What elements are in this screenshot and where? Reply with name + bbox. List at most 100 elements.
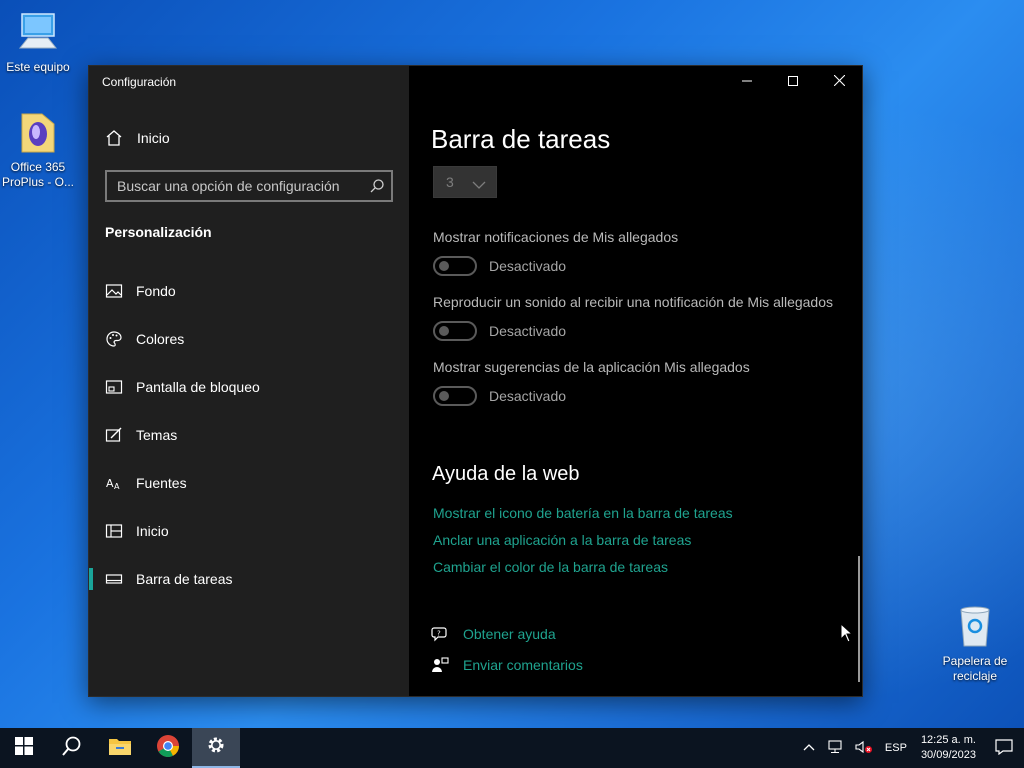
gear-icon <box>206 735 226 760</box>
language-indicator[interactable]: ESP <box>879 728 913 768</box>
maximize-icon <box>788 73 798 91</box>
desktop-icon-label: Este equipo <box>6 60 70 74</box>
notification-icon <box>995 738 1013 758</box>
search-icon <box>61 735 83 762</box>
maximize-button[interactable] <box>770 66 816 98</box>
desktop-icon-este-equipo[interactable]: Este equipo <box>0 8 76 75</box>
toggle-row-show-notifications: Desactivado <box>433 256 566 276</box>
recycle-bin-icon <box>951 602 999 650</box>
get-help-link[interactable]: ? Obtener ayuda <box>431 625 556 643</box>
combo-dropdown[interactable]: 3 <box>433 166 497 198</box>
svg-text:?: ? <box>437 630 441 638</box>
sidebar-item-barra-de-tareas[interactable]: Barra de tareas <box>89 555 409 603</box>
settings-window: Configuración Inicio Personalización Fon… <box>88 65 863 697</box>
sidebar-item-temas[interactable]: Temas <box>89 411 409 459</box>
desktop-icon-label: Papelera de reciclaje <box>942 654 1008 683</box>
setting-label-show-notifications: Mostrar notificaciones de Mis allegados <box>433 229 679 245</box>
nav-home-label: Inicio <box>137 130 170 146</box>
nav-home[interactable]: Inicio <box>105 129 170 147</box>
start-icon <box>105 522 123 540</box>
clock-date: 30/09/2023 <box>920 749 976 761</box>
toggle-knob <box>439 391 449 401</box>
scrollbar[interactable] <box>858 556 860 682</box>
clock[interactable]: 12:25 a. m. 30/09/2023 <box>913 733 984 763</box>
lock-screen-icon <box>105 378 123 396</box>
svg-text:A: A <box>114 482 120 491</box>
file-explorer-button[interactable] <box>96 728 144 768</box>
toggle-play-sound[interactable] <box>433 321 477 341</box>
link-battery-icon[interactable]: Mostrar el icono de batería en la barra … <box>433 505 733 521</box>
desktop-icon-recycle-bin[interactable]: Papelera de reciclaje <box>937 602 1013 684</box>
send-feedback-link[interactable]: Enviar comentarios <box>431 656 583 674</box>
dropdown-value: 3 <box>446 174 454 190</box>
search-button[interactable] <box>48 728 96 768</box>
desktop-icon-office[interactable]: Office 365 ProPlus - O... <box>0 108 76 190</box>
show-hidden-icons-button[interactable] <box>797 728 821 768</box>
start-button[interactable] <box>0 728 48 768</box>
sidebar-item-label: Temas <box>136 427 178 443</box>
mouse-cursor-icon <box>840 622 854 643</box>
network-icon <box>827 739 843 757</box>
toggle-state-label: Desactivado <box>489 323 567 339</box>
folder-icon <box>108 736 132 761</box>
sidebar-item-label: Barra de tareas <box>136 571 233 587</box>
system-tray: ESP 12:25 a. m. 30/09/2023 <box>797 728 1024 768</box>
office-folder-icon <box>14 108 62 156</box>
content-pane: Barra de tareas 3 Mostrar notificaciones… <box>409 66 862 696</box>
toggle-show-suggestions[interactable] <box>433 386 477 406</box>
taskbar-icon <box>105 570 123 588</box>
toggle-knob <box>439 261 449 271</box>
link-pin-app[interactable]: Anclar una aplicación a la barra de tare… <box>433 532 691 548</box>
sidebar-item-pantalla-de-bloqueo[interactable]: Pantalla de bloqueo <box>89 363 409 411</box>
sidebar-item-label: Inicio <box>136 523 169 539</box>
chrome-icon <box>156 734 180 763</box>
toggle-row-show-suggestions: Desactivado <box>433 386 566 406</box>
sidebar-item-fuentes[interactable]: AA Fuentes <box>89 459 409 507</box>
sidebar-item-label: Colores <box>136 331 185 347</box>
minimize-button[interactable] <box>724 66 770 98</box>
sidebar-item-fondo[interactable]: Fondo <box>89 267 409 315</box>
sidebar-item-label: Pantalla de bloqueo <box>136 379 260 395</box>
chrome-button[interactable] <box>144 728 192 768</box>
send-feedback-label: Enviar comentarios <box>463 657 583 673</box>
volume-button[interactable] <box>849 728 879 768</box>
help-chat-icon: ? <box>431 625 449 643</box>
fonts-icon: AA <box>105 474 123 492</box>
section-title: Personalización <box>105 224 212 240</box>
computer-icon <box>14 8 62 56</box>
network-button[interactable] <box>821 728 849 768</box>
action-center-button[interactable] <box>984 728 1024 768</box>
themes-icon <box>105 426 123 444</box>
toggle-state-label: Desactivado <box>489 388 567 404</box>
get-help-label: Obtener ayuda <box>463 626 556 642</box>
web-help-title: Ayuda de la web <box>432 463 580 485</box>
svg-text:A: A <box>106 477 114 490</box>
window-controls <box>724 66 862 98</box>
search-input[interactable] <box>117 178 369 194</box>
sidebar-item-colores[interactable]: Colores <box>89 315 409 363</box>
toggle-row-play-sound: Desactivado <box>433 321 566 341</box>
chevron-up-icon <box>803 742 815 754</box>
close-icon <box>833 73 845 91</box>
volume-muted-icon <box>855 740 873 757</box>
settings-taskbar-button[interactable] <box>192 728 240 768</box>
search-box[interactable] <box>105 170 393 202</box>
picture-icon <box>105 282 123 300</box>
windows-logo-icon <box>15 736 33 760</box>
search-icon[interactable] <box>369 178 385 194</box>
toggle-show-notifications[interactable] <box>433 256 477 276</box>
minimize-icon <box>742 73 752 91</box>
clock-time: 12:25 a. m. <box>920 734 976 746</box>
setting-label-show-suggestions: Mostrar sugerencias de la aplicación Mis… <box>433 359 750 375</box>
nav-list: Fondo Colores Pantalla de bloqueo Temas <box>89 267 409 603</box>
toggle-state-label: Desactivado <box>489 258 567 274</box>
sidebar: Configuración Inicio Personalización Fon… <box>89 66 409 696</box>
desktop-icon-label: Office 365 ProPlus - O... <box>1 160 75 189</box>
link-change-color[interactable]: Cambiar el color de la barra de tareas <box>433 559 668 575</box>
home-icon <box>105 129 123 147</box>
sidebar-item-label: Fuentes <box>136 475 187 491</box>
sidebar-item-inicio[interactable]: Inicio <box>89 507 409 555</box>
setting-label-play-sound: Reproducir un sonido al recibir una noti… <box>433 294 834 310</box>
chevron-down-icon <box>472 177 486 189</box>
close-button[interactable] <box>816 66 862 98</box>
